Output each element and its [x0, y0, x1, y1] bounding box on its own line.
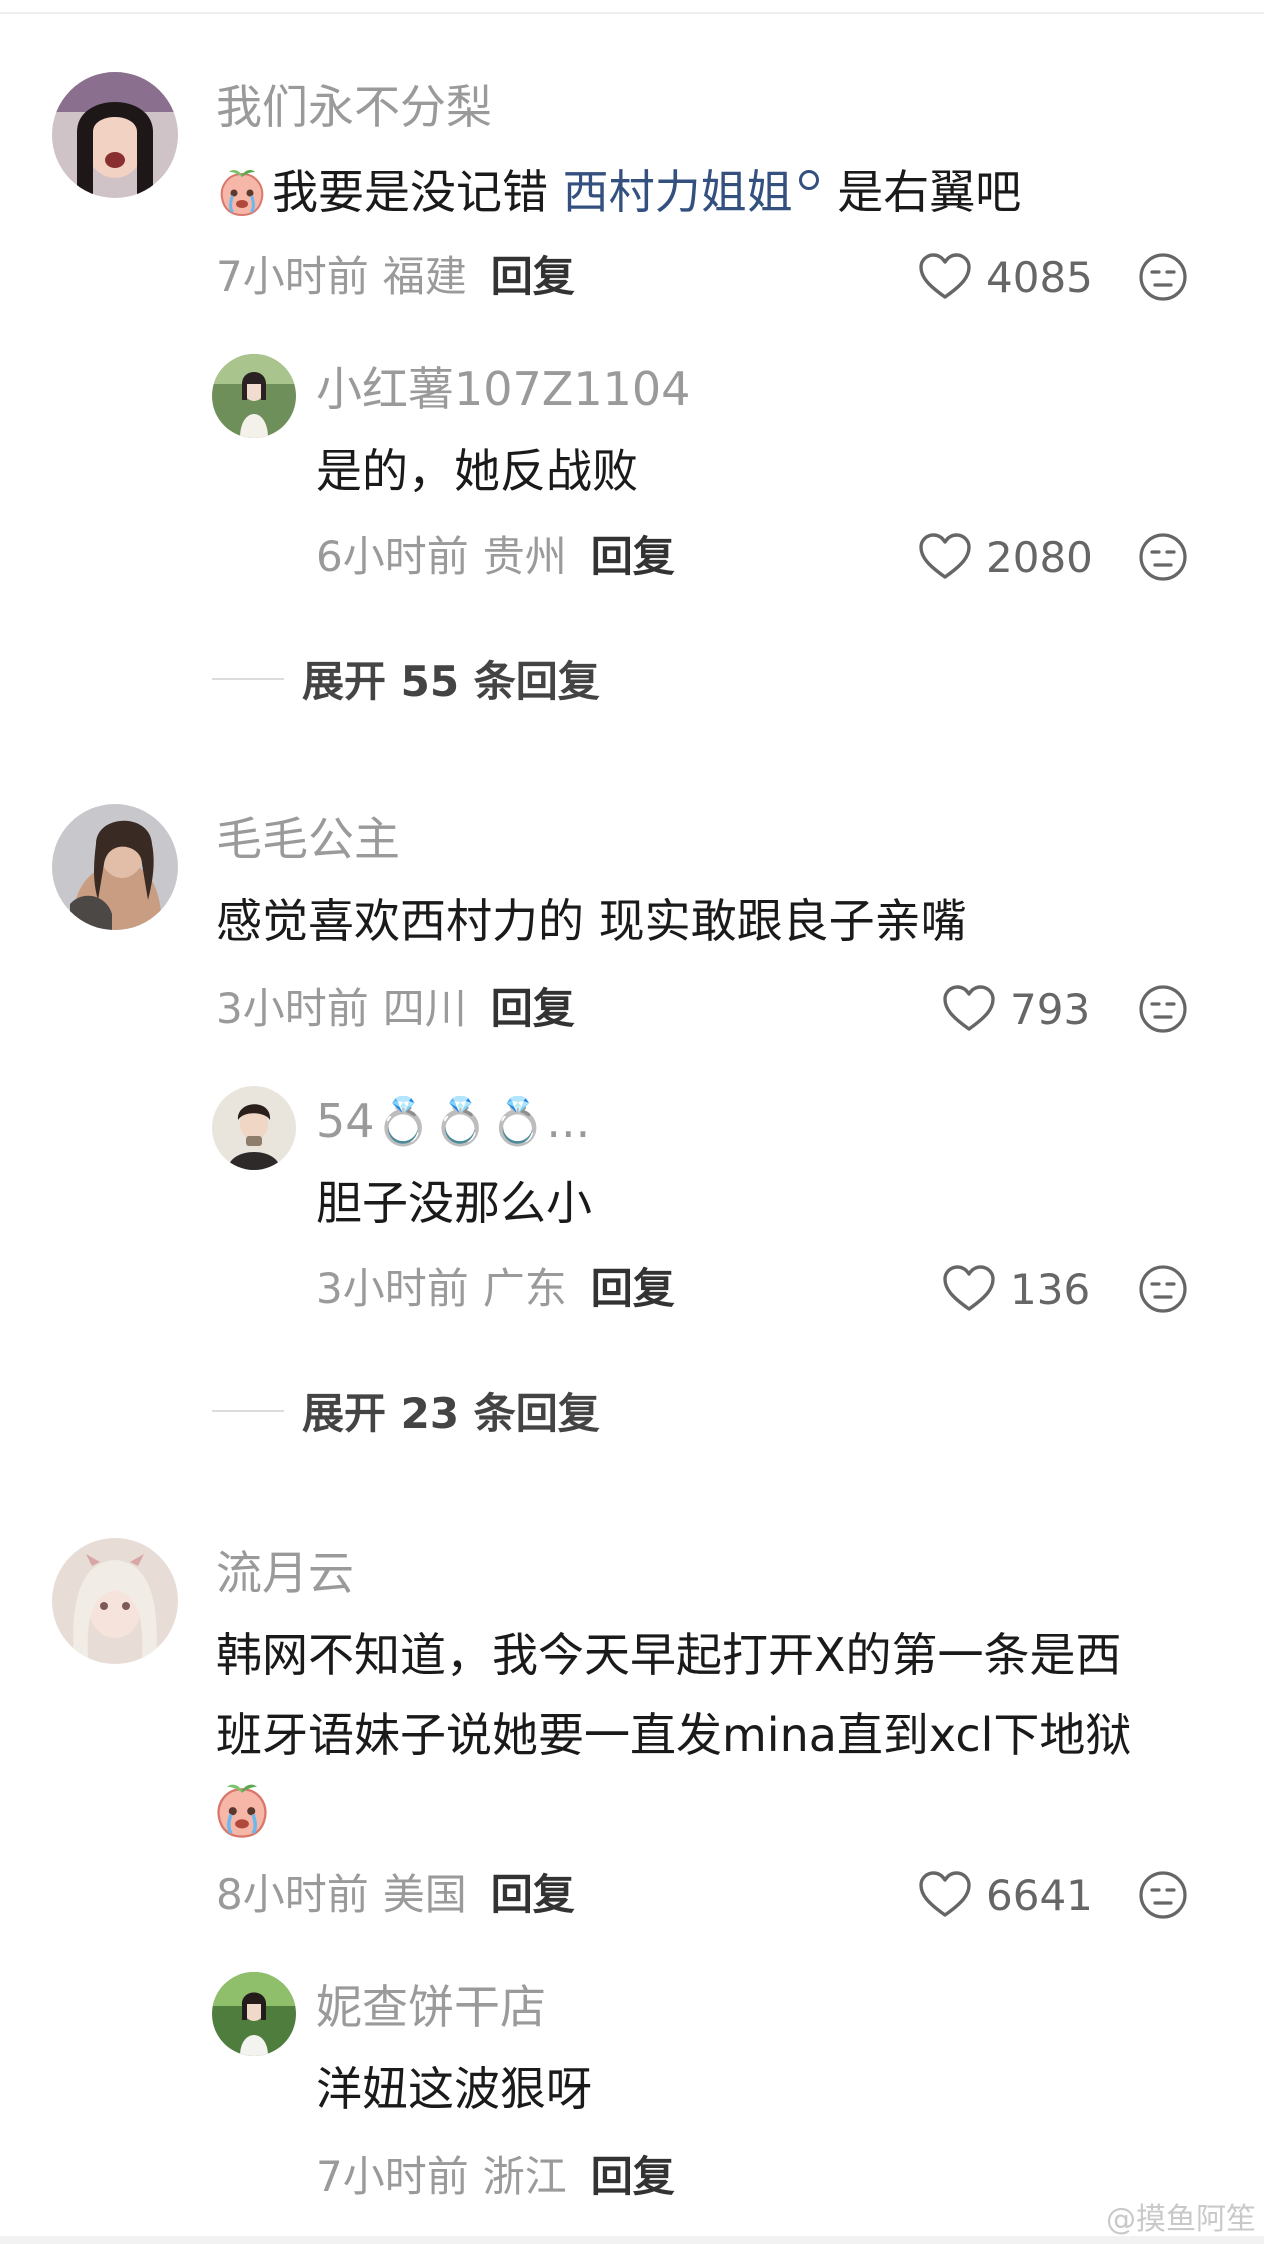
timestamp: 8小时前 [216, 1870, 369, 1919]
username[interactable]: 毛毛公主 [216, 816, 400, 862]
reply-button[interactable]: 回复 [591, 1264, 675, 1313]
neutral-face-icon[interactable] [1138, 252, 1188, 302]
comment-text-line-2: 班牙语妹子说她要一直发mina直到xcl下地狱 [216, 1708, 1132, 1762]
comment-text: 我要是没记错 西村力姐姐 是右翼吧 [216, 166, 1021, 218]
region: 广东 [482, 1264, 567, 1313]
reply-text: 胆子没那么小 [316, 1176, 592, 1230]
like-button[interactable]: 793 [942, 982, 1090, 1036]
comment-text-line-1: 韩网不知道，我今天早起打开X的第一条是西 [216, 1628, 1122, 1682]
neutral-face-icon[interactable] [1138, 1870, 1188, 1920]
like-count: 4085 [986, 252, 1093, 302]
crying-peach-emoji-icon [216, 166, 268, 218]
avatar[interactable] [212, 1972, 296, 2056]
heart-outline-icon [918, 533, 972, 581]
mention-link[interactable]: 西村力姐姐 [563, 165, 793, 219]
like-button[interactable]: 2080 [918, 530, 1093, 584]
neutral-face-icon[interactable] [1138, 984, 1188, 1034]
heart-outline-icon [918, 253, 972, 301]
expand-replies-button[interactable]: 展开 23 条回复 [212, 1380, 600, 1441]
reply-meta: 3小时前 广东 回复 [316, 1268, 675, 1310]
avatar[interactable] [52, 72, 178, 198]
expand-label: 展开 23 条回复 [302, 1389, 600, 1438]
search-icon [798, 170, 819, 190]
username[interactable]: 54💍💍💍... [316, 1098, 590, 1144]
timestamp: 7小时前 [316, 2152, 469, 2201]
reply-meta: 7小时前 浙江 回复 [316, 2156, 675, 2198]
comment-text: 感觉喜欢西村力的 现实敢跟良子亲嘴 [216, 894, 967, 948]
heart-outline-icon [942, 1265, 996, 1313]
reply-button[interactable]: 回复 [491, 252, 575, 301]
divider [212, 1409, 284, 1412]
top-divider [0, 0, 1264, 14]
comment-meta: 3小时前 四川 回复 [216, 988, 575, 1030]
comment-text-part: 是右翼吧 [822, 165, 1022, 219]
region: 福建 [382, 252, 467, 301]
username[interactable]: 妮查饼干店 [316, 1984, 546, 2030]
like-count: 6641 [986, 1870, 1093, 1920]
avatar[interactable] [212, 1086, 296, 1170]
reply-button[interactable]: 回复 [591, 532, 675, 581]
region: 四川 [382, 984, 467, 1033]
comment-text-part: 我要是没记错 [272, 165, 563, 219]
watermark: @摸鱼阿笙 [1106, 2202, 1256, 2237]
heart-outline-icon [942, 985, 996, 1033]
timestamp: 3小时前 [216, 984, 369, 1033]
crying-peach-emoji-icon [212, 1780, 272, 1840]
like-count: 2080 [986, 532, 1093, 582]
avatar[interactable] [52, 804, 178, 930]
username[interactable]: 小红薯107Z1104 [316, 366, 690, 412]
avatar[interactable] [212, 354, 296, 438]
region: 贵州 [482, 532, 567, 581]
like-button[interactable]: 136 [942, 1262, 1090, 1316]
like-count: 136 [1010, 1264, 1091, 1314]
expand-label: 展开 55 条回复 [302, 657, 600, 706]
reply-text: 洋妞这波狠呀 [316, 2062, 592, 2116]
heart-outline-icon [918, 1871, 972, 1919]
avatar[interactable] [52, 1538, 178, 1664]
divider [212, 677, 284, 680]
neutral-face-icon[interactable] [1138, 532, 1188, 582]
timestamp: 3小时前 [316, 1264, 469, 1313]
comment-meta: 8小时前 美国 回复 [216, 1874, 575, 1916]
username[interactable]: 流月云 [216, 1550, 354, 1596]
like-count: 793 [1010, 984, 1091, 1034]
neutral-face-icon[interactable] [1138, 1264, 1188, 1314]
comment-meta: 7小时前 福建 回复 [216, 256, 575, 298]
like-button[interactable]: 6641 [918, 1868, 1093, 1922]
reply-button[interactable]: 回复 [491, 1870, 575, 1919]
reply-meta: 6小时前 贵州 回复 [316, 536, 675, 578]
username[interactable]: 我们永不分梨 [216, 84, 492, 130]
reply-button[interactable]: 回复 [491, 984, 575, 1033]
like-button[interactable]: 4085 [918, 250, 1093, 304]
timestamp: 6小时前 [316, 532, 469, 581]
expand-replies-button[interactable]: 展开 55 条回复 [212, 648, 600, 709]
region: 美国 [382, 1870, 467, 1919]
timestamp: 7小时前 [216, 252, 369, 301]
reply-text: 是的，她反战败 [316, 444, 638, 498]
bottom-divider [0, 2236, 1264, 2244]
region: 浙江 [482, 2152, 567, 2201]
reply-button[interactable]: 回复 [591, 2152, 675, 2201]
